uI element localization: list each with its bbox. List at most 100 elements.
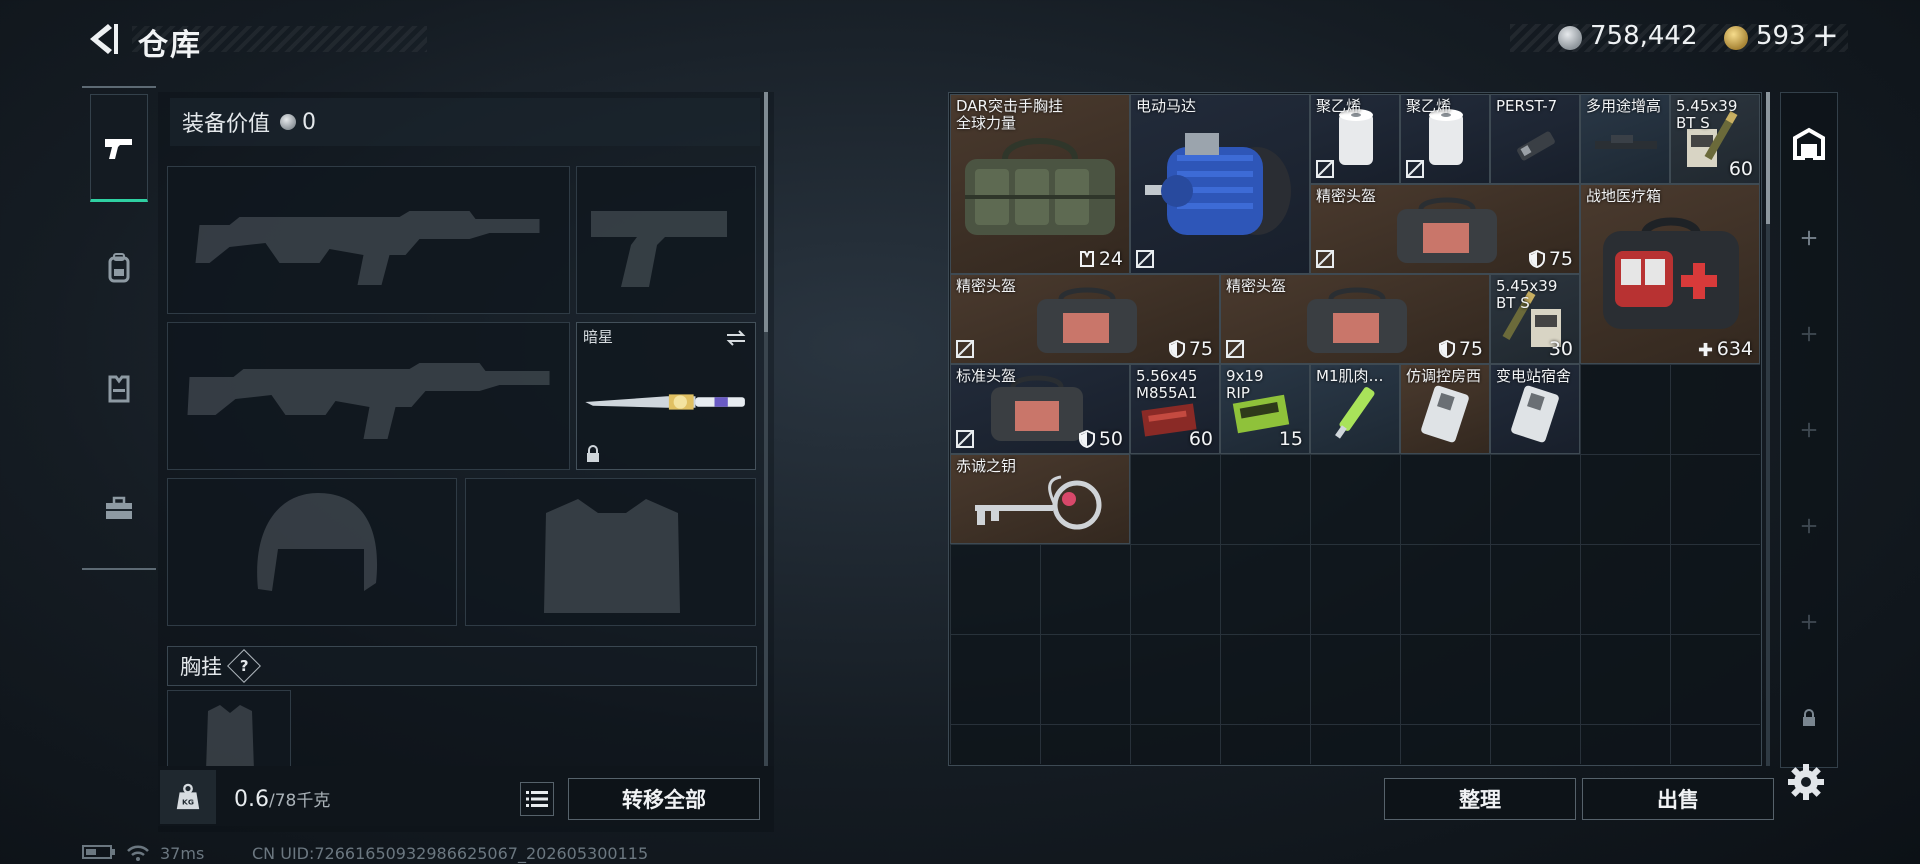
plus-icon (1801, 518, 1817, 534)
item-name: 精密头盔 (956, 277, 1017, 295)
primary-weapon-slot[interactable] (167, 166, 570, 314)
melee-name: 暗星 (583, 328, 614, 346)
item-name: 精密头盔 (1316, 187, 1377, 205)
help-button[interactable]: ? (227, 649, 261, 683)
pistol-silhouette-icon (591, 211, 727, 287)
wifi-icon (126, 844, 150, 864)
chest-rig-slot[interactable] (167, 690, 291, 776)
silver-coin-icon (280, 114, 297, 130)
item-key-card-control-room[interactable]: 仿调控房西 (1400, 364, 1490, 454)
warehouse-scroll-thumb[interactable] (1766, 92, 1770, 224)
sell-button[interactable]: 出售 (1582, 778, 1774, 820)
item-545-bt-ammo[interactable]: 5.45x39 BT S 60 (1670, 94, 1760, 184)
item-9x19-rip-ammo[interactable]: 9x19 RIP 15 (1220, 364, 1310, 454)
item-name: 9x19 RIP (1226, 367, 1264, 402)
armor-slot[interactable] (465, 478, 756, 626)
back-button[interactable] (82, 20, 120, 58)
svg-text:KG: KG (182, 797, 194, 806)
add-storage-button[interactable] (1780, 382, 1838, 478)
page-title: 仓库 (138, 28, 202, 63)
equipment-value: 0 (302, 109, 317, 135)
item-count: 24 (1079, 248, 1123, 270)
item-precision-helmet[interactable]: 精密头盔 75 (1220, 274, 1490, 364)
vest-icon (108, 375, 130, 403)
swap-icon[interactable] (725, 329, 747, 347)
silver-balance: 758,442 (1590, 21, 1698, 51)
weight-max: /78千克 (269, 791, 331, 811)
gold-balance: 593 (1756, 21, 1806, 51)
helmet-slot[interactable] (167, 478, 457, 626)
silver-coin-icon (1558, 26, 1582, 50)
item-perst-7[interactable]: PERST-7 (1490, 94, 1580, 184)
electric-motor-icon (1145, 133, 1291, 235)
weight-button[interactable]: KG (160, 770, 216, 824)
item-multipurpose-riser[interactable]: 多用途增高 (1580, 94, 1670, 184)
shield-icon (1528, 250, 1545, 268)
item-precision-helmet[interactable]: 精密头盔 75 (950, 274, 1220, 364)
item-name: 聚乙烯 (1316, 97, 1362, 115)
equipment-scroll-thumb[interactable] (764, 92, 768, 332)
toolbox-icon (106, 496, 132, 519)
lock-icon (1803, 709, 1815, 726)
carry-weight: 0.6/78千克 (234, 786, 330, 812)
equipment-value-label: 装备价值 (182, 112, 271, 137)
health-plus-icon (1698, 342, 1712, 356)
item-count: 60 (1188, 428, 1213, 450)
plus-icon (1801, 230, 1817, 246)
transfer-all-button[interactable]: 转移全部 (568, 778, 760, 820)
item-electric-motor[interactable]: 电动马达 (1130, 94, 1310, 274)
item-precision-helmet[interactable]: 精密头盔 75 (1310, 184, 1580, 274)
helmet-silhouette-icon (257, 493, 378, 591)
ping-text: 37ms (160, 844, 205, 863)
item-name: 标准头盔 (956, 367, 1017, 385)
add-storage-button[interactable] (1780, 478, 1838, 574)
item-dar-chest-rig[interactable]: DAR突击手胸挂 全球力量 24 (950, 94, 1130, 274)
item-polyethylene[interactable]: 聚乙烯 (1310, 94, 1400, 184)
add-storage-button[interactable] (1780, 574, 1838, 670)
add-storage-button[interactable] (1780, 286, 1838, 382)
item-standard-helmet[interactable]: 标准头盔 50 (950, 364, 1130, 454)
item-name: 仿调控房西 (1406, 367, 1482, 385)
tab-vest[interactable] (90, 334, 148, 442)
rail-divider (82, 86, 156, 88)
back-arrow-icon (90, 24, 118, 54)
item-key-of-sincerity[interactable]: 赤诚之钥 (950, 454, 1130, 544)
item-count: 30 (1548, 338, 1573, 360)
item-name: 5.56x45 M855A1 (1136, 367, 1198, 402)
add-currency-button[interactable]: + (1812, 16, 1839, 54)
secondary-weapon-slot[interactable] (167, 322, 570, 470)
item-m1-stimulant[interactable]: M1肌肉… (1310, 364, 1400, 454)
locked-storage-slot[interactable] (1780, 670, 1838, 766)
tab-toolbox[interactable] (90, 454, 148, 562)
item-count: 15 (1278, 428, 1303, 450)
rifle-silhouette-icon (195, 211, 540, 285)
no-insure-icon (1316, 160, 1334, 178)
pistol-slot[interactable] (576, 166, 756, 314)
equipment-value-header: 装备价值 0 (170, 98, 760, 146)
rifle-silhouette-icon (187, 363, 550, 439)
list-view-button[interactable] (520, 782, 554, 816)
no-insure-icon (956, 340, 974, 358)
item-count: 634 (1698, 338, 1753, 360)
pistol-icon (105, 139, 132, 159)
chest-rig-header: 胸挂 ? (167, 646, 757, 686)
tab-weapons[interactable] (90, 94, 148, 202)
knife-icon (585, 394, 745, 410)
settings-gear-icon[interactable] (1786, 762, 1826, 802)
item-name: 赤诚之钥 (956, 457, 1017, 475)
no-insure-icon (956, 430, 974, 448)
rail-divider (82, 568, 156, 570)
melee-slot[interactable]: 暗星 (576, 322, 756, 470)
item-field-medkit[interactable]: 战地医疗箱 634 (1580, 184, 1760, 364)
item-count: 60 (1728, 158, 1753, 180)
item-polyethylene[interactable]: 聚乙烯 (1400, 94, 1490, 184)
item-key-card-substation[interactable]: 变电站宿舍 (1490, 364, 1580, 454)
tab-storage-main[interactable] (1780, 96, 1838, 192)
add-storage-button[interactable] (1780, 190, 1838, 286)
item-545-bt-ammo[interactable]: 5.45x39 BT S 30 (1490, 274, 1580, 364)
item-count: 75 (1438, 338, 1483, 360)
item-name: 电动马达 (1136, 97, 1197, 115)
sort-button[interactable]: 整理 (1384, 778, 1576, 820)
tab-backpack[interactable] (90, 214, 148, 322)
item-556-m855a1-ammo[interactable]: 5.56x45 M855A1 60 (1130, 364, 1220, 454)
